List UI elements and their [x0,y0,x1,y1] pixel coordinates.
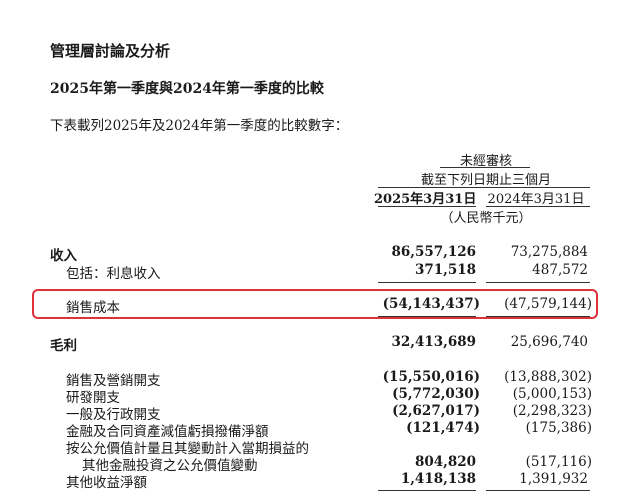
table-row-interest-income: 包括：利息收入 371,518 487,572 [0,262,628,282]
column-header-2024: 2024年3月31日 [487,192,585,207]
row-label: 包括：利息收入 [66,266,161,282]
table-row-revenue: 收入 86,557,126 73,275,884 [0,244,628,264]
value-2024: 1,391,932 [519,471,588,487]
value-2025: (121,474) [406,420,480,436]
value-2024: 73,275,884 [510,244,588,260]
subtotal-underline-2025 [378,282,476,283]
value-2025: 371,518 [414,262,476,278]
subtotal-underline-2024 [486,282,590,283]
row-label: 收入 [50,248,77,264]
value-2024: (47,579,144) [504,296,592,312]
bottom-underline-2024 [486,490,590,491]
audit-underline [440,167,530,168]
unit-label: （人民幣千元） [440,211,532,226]
value-2025: (5,772,030) [392,386,480,402]
comparison-subheading: 2025年第一季度與2024年第一季度的比較 [50,81,324,97]
value-2024: (5,000,153) [512,386,592,402]
bottom-underline-2025 [378,490,476,491]
value-2025: 32,413,689 [391,334,476,350]
column-header-2025: 2025年3月31日 [374,192,477,207]
value-2025: (2,627,017) [392,403,480,419]
value-2024: (175,386) [525,420,592,436]
intro-text: 下表載列2025年及2024年第一季度的比較數字： [50,118,349,134]
table-row-cost-of-sales: 銷售成本 (54,143,437) (47,579,144) [0,296,628,316]
value-2025: (15,550,016) [382,369,480,385]
value-2024: 487,572 [532,262,588,278]
row-label: 其他收益淨額 [66,475,147,491]
table-row-gross-profit: 毛利 32,413,689 25,696,740 [0,334,628,354]
value-2025: 1,418,138 [400,471,476,487]
value-2024: (517,116) [525,454,592,470]
value-2024: 25,696,740 [510,334,588,350]
value-2024: (13,888,302) [504,369,592,385]
period-header: 截至下列日期止三個月 [420,173,551,188]
row-label: 銷售成本 [66,300,120,316]
cost-underline-2024 [486,316,590,317]
value-2025: (54,143,437) [382,296,480,312]
section-heading: 管理層討論及分析 [50,42,171,60]
table-row-other-gains: 其他收益淨額 1,418,138 1,391,932 [0,471,628,491]
value-2025: 804,820 [414,454,476,470]
value-2024: (2,298,323) [512,403,592,419]
value-2025: 86,557,126 [391,244,476,260]
cost-underline-2025 [378,316,476,317]
row-label: 毛利 [50,338,77,354]
